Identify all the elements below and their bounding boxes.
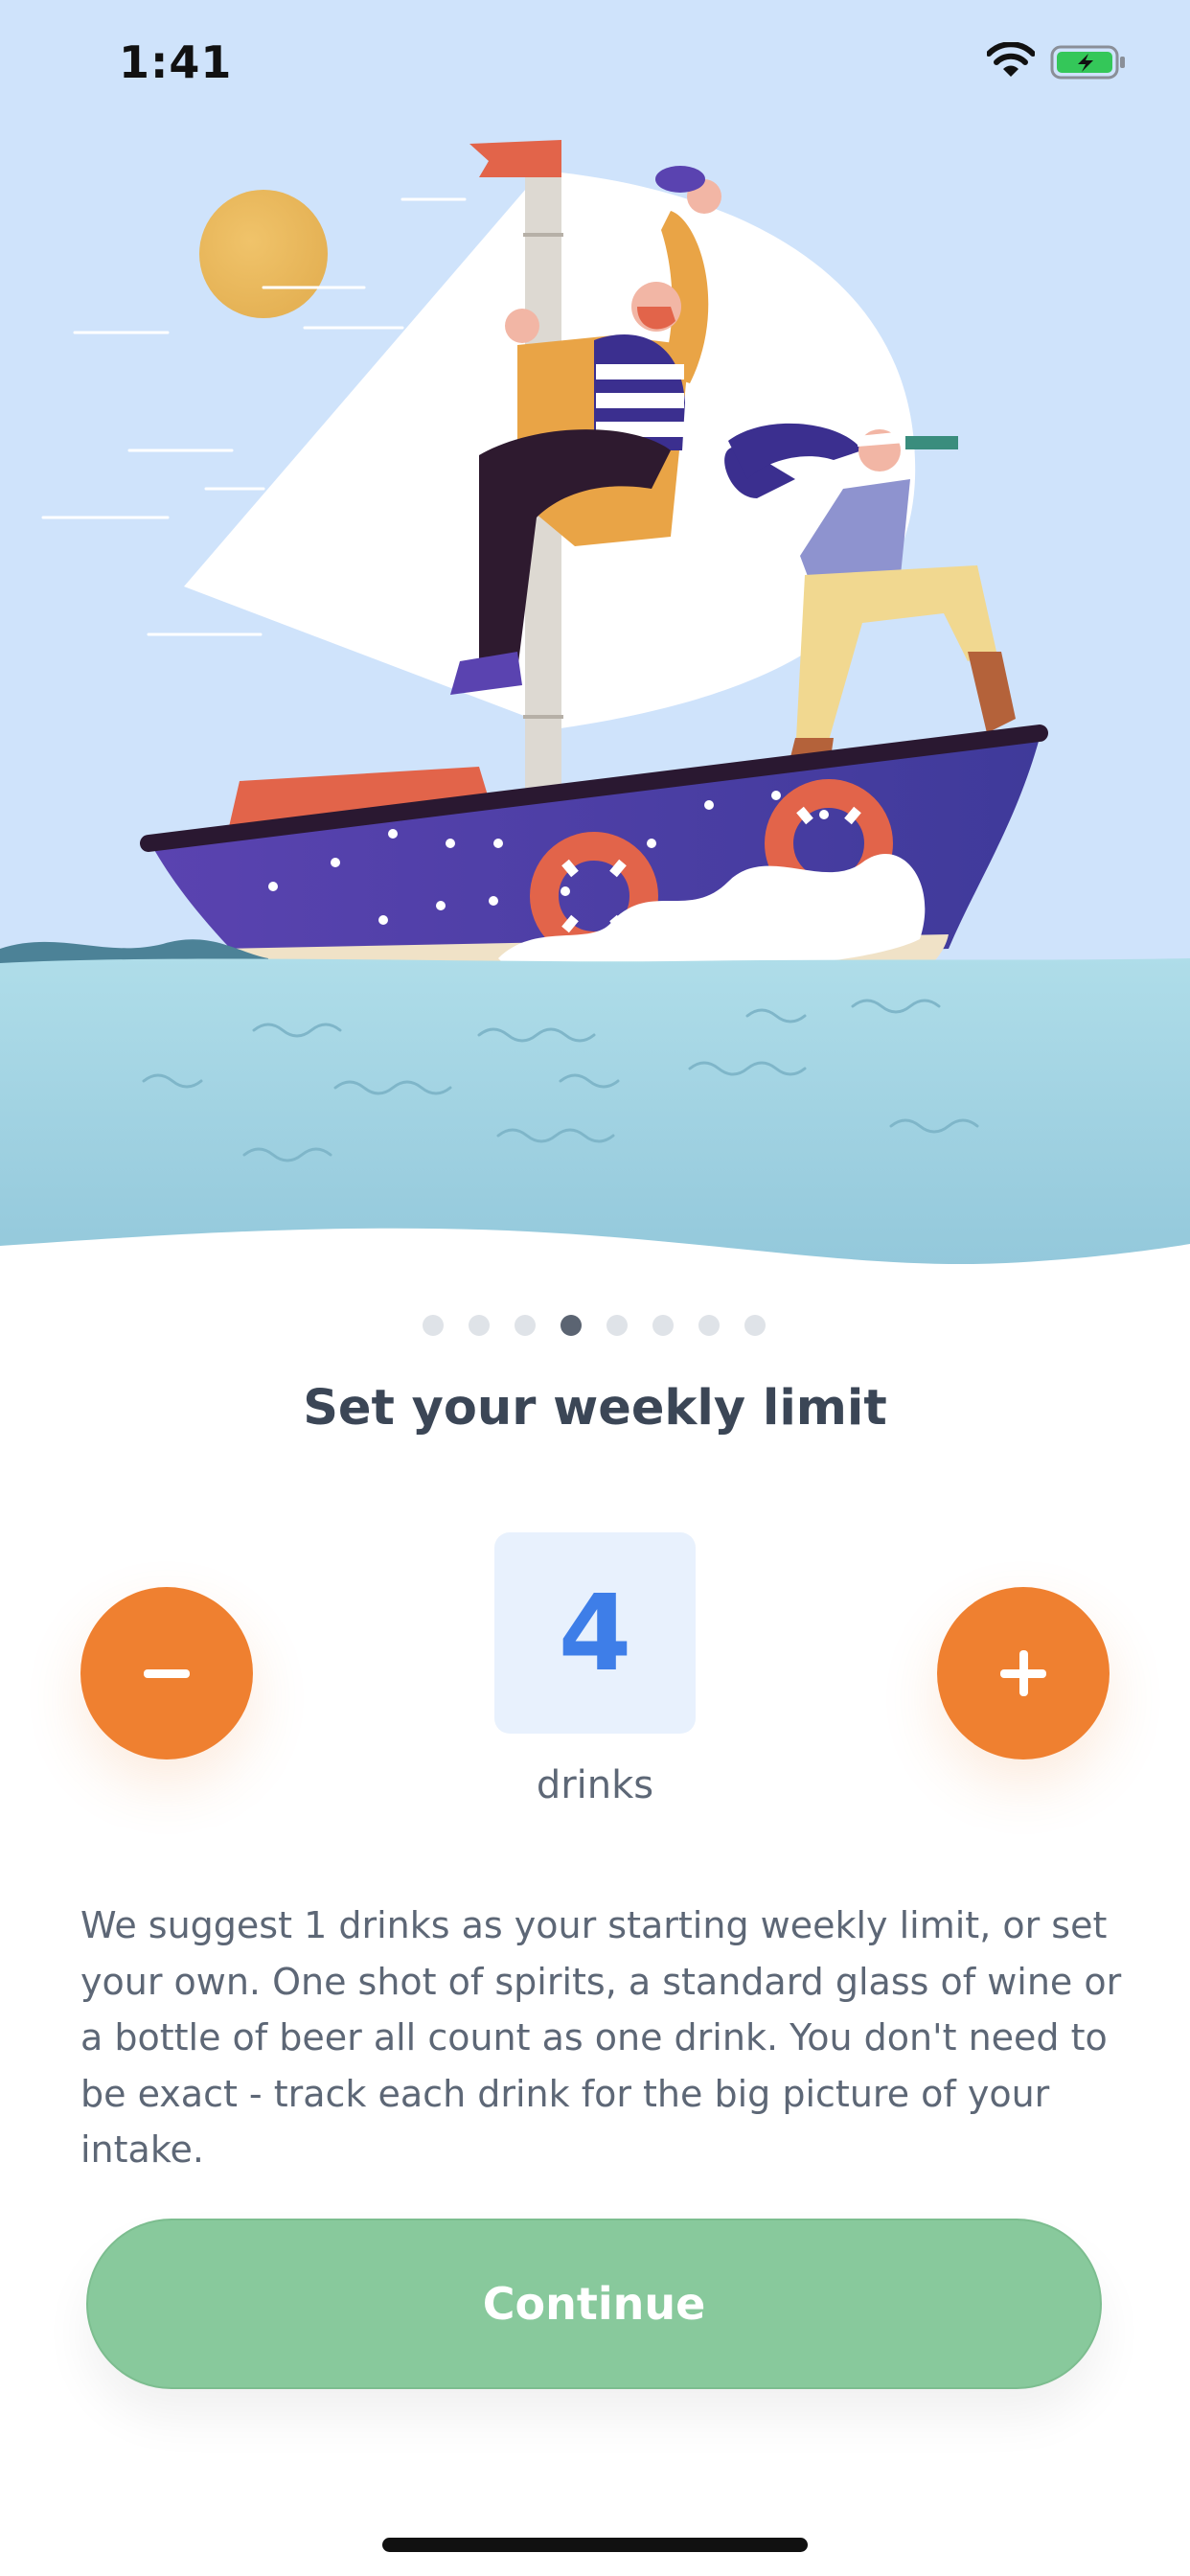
wifi-icon xyxy=(986,41,1036,82)
pager-dot[interactable] xyxy=(606,1315,628,1336)
continue-button[interactable]: Continue xyxy=(86,2219,1102,2389)
pager-dot[interactable] xyxy=(698,1315,720,1336)
hero-illustration xyxy=(0,0,1190,1284)
home-indicator xyxy=(382,2538,808,2552)
pager-dot[interactable] xyxy=(652,1315,674,1336)
page-title: Set your weekly limit xyxy=(303,1380,887,1437)
decrement-button[interactable] xyxy=(80,1587,253,1760)
drink-count: 4 xyxy=(494,1532,696,1734)
description-text: We suggest 1 drinks as your starting wee… xyxy=(80,1904,1122,2171)
pager-dot-active[interactable] xyxy=(561,1315,582,1336)
status-time: 1:41 xyxy=(119,36,233,88)
pager-dot[interactable] xyxy=(469,1315,490,1336)
pager-dot[interactable] xyxy=(515,1315,536,1336)
increment-button[interactable] xyxy=(937,1587,1110,1760)
minus-icon xyxy=(144,1669,190,1678)
pager-dot[interactable] xyxy=(744,1315,766,1336)
battery-icon xyxy=(1050,44,1127,84)
pager-dot[interactable] xyxy=(423,1315,444,1336)
pager-dots xyxy=(0,1315,1190,1338)
count-unit-label: drinks xyxy=(536,1763,654,1807)
